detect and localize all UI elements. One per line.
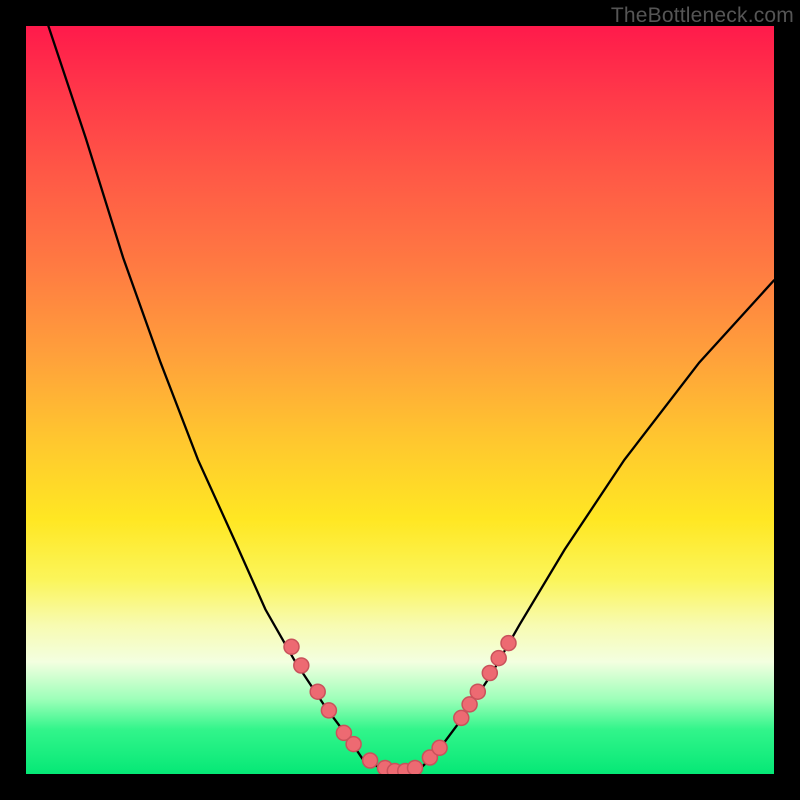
- data-point: [294, 658, 309, 673]
- data-point: [491, 651, 506, 666]
- chart-frame: TheBottleneck.com: [0, 0, 800, 800]
- plot-area: [26, 26, 774, 774]
- bottleneck-curve: [48, 26, 774, 774]
- data-point: [284, 639, 299, 654]
- data-point: [346, 737, 361, 752]
- data-point: [408, 761, 423, 775]
- data-point: [454, 710, 469, 725]
- data-point: [432, 740, 447, 755]
- data-point: [363, 753, 378, 768]
- data-point: [501, 636, 516, 651]
- watermark-text: TheBottleneck.com: [611, 4, 794, 28]
- markers-group: [284, 636, 516, 774]
- data-point: [321, 703, 336, 718]
- data-point: [310, 684, 325, 699]
- data-point: [470, 684, 485, 699]
- chart-svg: [26, 26, 774, 774]
- data-point: [482, 666, 497, 681]
